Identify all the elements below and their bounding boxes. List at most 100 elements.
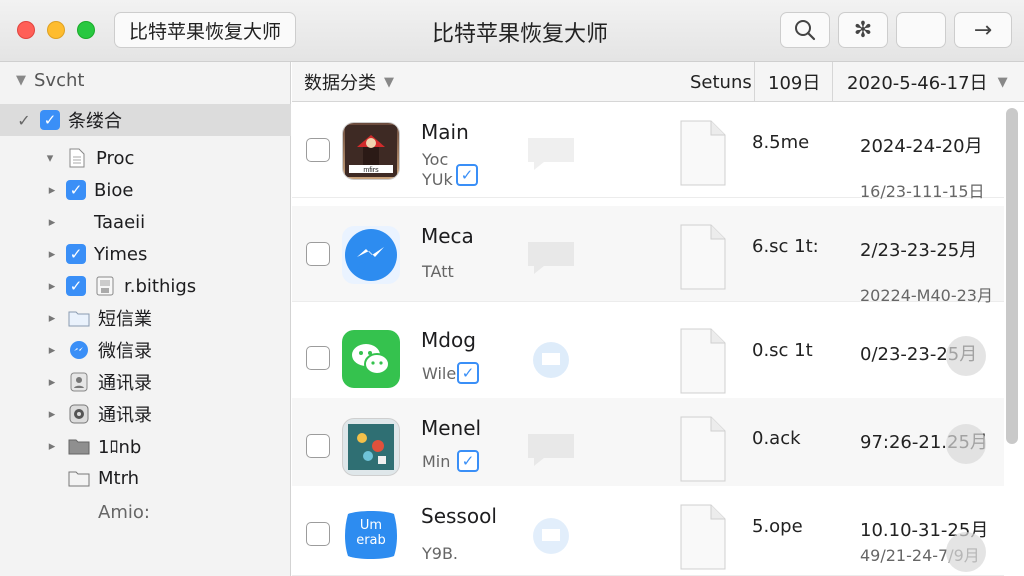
sidebar-item-all[interactable]: ✓ ✓ 条缕合: [0, 104, 291, 136]
checkbox-checked[interactable]: ✓: [66, 180, 86, 200]
chevron-right-icon: ▸: [48, 246, 56, 262]
file-date: 2/23-23-25月: [860, 240, 978, 261]
table-row[interactable]: mfirs Main Yoc YUk ✓ 8.5me 2024-24-20月 1…: [292, 102, 1004, 201]
document-icon: [680, 120, 726, 186]
sidebar-item-1nb[interactable]: ▸ 1ﾛnb: [0, 430, 291, 462]
row-status-dot: [946, 424, 986, 464]
mini-checkbox-checked[interactable]: ✓: [456, 164, 478, 186]
row-checkbox[interactable]: [306, 242, 330, 266]
column-divider[interactable]: [832, 62, 833, 102]
column-divider[interactable]: [754, 62, 755, 102]
file-size: 0.ack: [752, 428, 801, 449]
row-checkbox[interactable]: [306, 346, 330, 370]
file-subtitle: Min: [422, 452, 451, 471]
chevron-down-icon: ▼: [16, 73, 26, 88]
sidebar-search-label: Svcht: [34, 70, 85, 91]
chevron-right-icon: ▸: [48, 310, 56, 326]
sidebar-item-label: 通讯录: [98, 373, 152, 394]
sidebar-item-contacts-2[interactable]: ▸ 通讯录: [0, 398, 291, 430]
photo-app-icon: mfirs: [342, 122, 400, 180]
app-menu-button[interactable]: 比特苹果恢复大师: [114, 12, 296, 48]
search-button[interactable]: [780, 12, 830, 48]
file-subtitle: TAtt: [422, 262, 454, 281]
badge-line-2: erab: [356, 533, 386, 548]
chevron-right-icon: ▸: [48, 342, 56, 358]
checkbox-checked[interactable]: ✓: [40, 110, 60, 130]
sidebar-item-label: 条缕合: [68, 111, 122, 132]
table-row[interactable]: Mdog Wile ✓ 0.sc 1t 0/23-23-25月: [292, 310, 1004, 406]
file-list: mfirs Main Yoc YUk ✓ 8.5me 2024-24-20月 1…: [292, 102, 1004, 576]
sidebar-item-contacts[interactable]: ▸ 通讯录: [0, 366, 291, 398]
document-icon: [66, 147, 88, 169]
file-size: 8.5me: [752, 132, 810, 153]
table-row[interactable]: Meca TAtt 6.sc 1t: 2/23-23-25月 20224-M40…: [292, 206, 1004, 305]
sidebar-item-bithigs[interactable]: ▸ ✓ r.bithigs: [0, 270, 291, 302]
table-row[interactable]: Menel Min ✓ 0.ack 97:26-21.25月: [292, 398, 1004, 494]
search-icon: [795, 20, 816, 41]
svg-text:mfirs: mfirs: [363, 167, 379, 174]
export-button[interactable]: →: [954, 12, 1012, 48]
chevron-right-icon: ▸: [48, 278, 56, 294]
chevron-right-icon: ▸: [48, 182, 56, 198]
sidebar-item-mtrh[interactable]: Mtrh: [0, 462, 291, 494]
window-title: 比特苹果恢复大师: [431, 22, 608, 47]
file-subtitle: Yoc: [422, 150, 449, 169]
sidebar-item-amio[interactable]: Amio:: [0, 496, 291, 528]
size-column-header[interactable]: Setuns: [690, 62, 752, 102]
document-icon: [680, 504, 726, 570]
list-scrollbar[interactable]: [1006, 108, 1018, 444]
sidebar-item-proc[interactable]: ▾ Proc: [0, 142, 291, 174]
ghost-chat-icon: [528, 434, 574, 466]
document-icon: [680, 416, 726, 482]
checkmark-icon: ✓: [17, 110, 31, 130]
folder-outline-icon: [68, 467, 90, 489]
sidebar-item-label: Taaeii: [94, 211, 146, 233]
sidebar-item-label: 1ﾛnb: [98, 437, 142, 458]
chevron-right-icon: ▸: [48, 438, 56, 454]
snowflake-button[interactable]: ✻: [838, 12, 888, 48]
sidebar-item-wechat-log[interactable]: ▸ 微信录: [0, 334, 291, 366]
row-checkbox[interactable]: [306, 522, 330, 546]
checkbox-checked[interactable]: ✓: [66, 244, 86, 264]
sidebar-item-label: Bioe: [94, 179, 134, 201]
sidebar-item-sms[interactable]: ▸ 短信業: [0, 302, 291, 334]
blank-toolbar-button[interactable]: [896, 12, 946, 48]
folder-dark-icon: [68, 435, 90, 457]
column-header: 数据分类 ▼ Setuns 109日 2020-5-46-17日 ▼: [292, 62, 1024, 102]
sidebar-item-label: 通讯录: [98, 405, 152, 426]
file-date: 2024-24-20月: [860, 136, 983, 157]
file-size: 0.sc 1t: [752, 340, 813, 361]
date-column-header[interactable]: 2020-5-46-17日 ▼: [847, 62, 1008, 102]
sidebar-item-label: 微信录: [98, 341, 152, 362]
chevron-down-icon: ▾: [46, 150, 54, 166]
chevron-down-icon: ▼: [997, 74, 1008, 90]
count-column-header[interactable]: 109日: [768, 62, 820, 102]
ghost-chat-icon: [533, 342, 569, 378]
category-column-header[interactable]: 数据分类 ▼: [304, 62, 394, 102]
chevron-right-icon: ▸: [48, 406, 56, 422]
wechat-app-icon: [342, 330, 400, 388]
file-size: 6.sc 1t:: [752, 236, 819, 257]
document-icon: [680, 328, 726, 394]
messenger-app-icon: [342, 226, 400, 284]
ghost-chat-icon: [533, 518, 569, 554]
mini-checkbox-checked[interactable]: ✓: [457, 362, 479, 384]
sidebar-item-bioe[interactable]: ▸ ✓ Bioe: [0, 174, 291, 206]
mini-checkbox-checked[interactable]: ✓: [457, 450, 479, 472]
row-checkbox[interactable]: [306, 434, 330, 458]
document-icon: [680, 224, 726, 290]
sidebar-search[interactable]: ▼ Svcht: [16, 70, 84, 91]
sidebar-item-label: Amio:: [98, 501, 150, 523]
sidebar-item-label: Proc: [96, 147, 135, 169]
zoom-window-button[interactable]: [77, 21, 95, 39]
checkbox-checked[interactable]: ✓: [66, 276, 86, 296]
close-window-button[interactable]: [17, 21, 35, 39]
table-row[interactable]: Um erab Sessool Y9B. 5.ope 10.10-31-25月 …: [292, 486, 1004, 576]
sidebar-item-yimes[interactable]: ▸ ✓ Yimes: [0, 238, 291, 270]
row-checkbox[interactable]: [306, 138, 330, 162]
sidebar: ▼ Svcht ✓ ✓ 条缕合 ▾ Proc ▸ ✓ Bioe ▸ Taaeii…: [0, 62, 291, 576]
sidebar-item-taaeii[interactable]: ▸ Taaeii: [0, 206, 291, 238]
title-bar: 比特苹果恢复大师 比特苹果恢复大师 ✻ →: [0, 0, 1024, 62]
sidebar-item-label: Yimes: [94, 243, 148, 265]
minimize-window-button[interactable]: [47, 21, 65, 39]
